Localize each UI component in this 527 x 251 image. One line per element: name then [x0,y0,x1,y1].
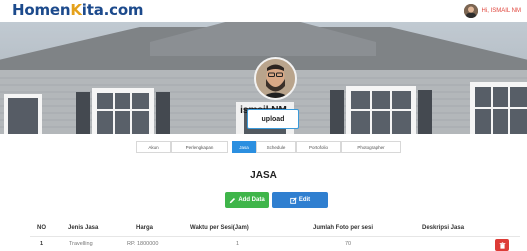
tab-jasa[interactable]: Jasa [232,141,256,153]
tab-portofolio[interactable]: Portofolio [296,141,341,153]
tab-schedule[interactable]: Schedule [256,141,296,153]
logo-text-ita: ita.com [81,1,144,19]
cell-jumlah-foto: 70 [345,241,352,247]
col-header-waktu: Waktu per Sesi(Jam) [190,225,249,231]
site-logo[interactable]: HomenKita.com [12,1,144,19]
trash-icon [499,241,505,249]
cell-no: 1 [40,241,44,247]
section-title: JASA [250,170,277,181]
tab-perlengkapan[interactable]: Perlengkapan [171,141,228,153]
logo-letter-k: K [70,1,82,19]
delete-button[interactable] [495,239,509,251]
logo-text-omen: omen [24,1,71,19]
col-header-harga: Harga [136,225,154,231]
col-header-jumlah-foto: Jumlah Foto per sesi [313,225,374,231]
tab-photographer[interactable]: Photographer [341,141,401,153]
edit-button[interactable]: Edit [272,192,328,208]
top-navbar: HomenKita.com Hi, ISMAIL NM [0,0,527,22]
logo-letter-h: H [12,1,25,19]
tab-akun[interactable]: Akun [136,141,171,153]
edit-label: Edit [298,197,311,203]
add-data-button[interactable]: Add Data [225,192,269,208]
col-header-no: NO [37,225,46,231]
upload-button[interactable]: upload [247,109,299,129]
profile-avatar [254,57,297,100]
user-menu[interactable]: Hi, ISMAIL NM [463,3,521,19]
cell-jenis-jasa: Travelling [69,241,93,247]
edit-icon [290,196,297,204]
col-header-deskripsi: Deskripsi Jasa [422,225,465,231]
cell-harga: RP. 1800000 [127,241,159,247]
cell-waktu: 1 [236,241,240,247]
user-avatar [463,4,478,18]
profile-tabs: Akun Perlengkapan Jasa Schedule Portofol… [0,141,527,153]
add-data-label: Add Data [238,197,265,203]
table-header-divider [30,236,520,237]
col-header-jenis-jasa: Jenis Jasa [68,225,99,231]
pencil-icon [230,197,236,203]
user-greeting[interactable]: Hi, ISMAIL NM [482,8,521,14]
